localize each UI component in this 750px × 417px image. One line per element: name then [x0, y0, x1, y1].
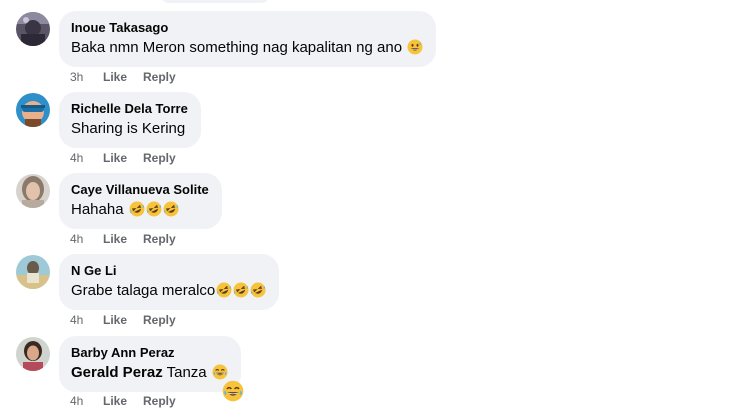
reply-button[interactable]: Reply	[143, 232, 176, 246]
avatar[interactable]	[16, 174, 50, 208]
comment-author[interactable]: Inoue Takasago	[71, 19, 423, 36]
comment-actions: 4h Like Reply	[70, 232, 192, 246]
comment-actions: 3h Like Reply	[70, 70, 192, 84]
reply-button[interactable]: Reply	[143, 70, 176, 84]
comment-bubble: Caye Villanueva Solite Hahaha	[59, 173, 222, 229]
like-button[interactable]: Like	[103, 313, 127, 327]
comment-author[interactable]: Caye Villanueva Solite	[71, 181, 209, 198]
comment-text: Hahaha	[71, 200, 209, 220]
laughing-tears-emoji	[222, 380, 244, 402]
reply-button[interactable]: Reply	[143, 151, 176, 165]
comment-text: Grabe talaga meralco	[71, 281, 266, 301]
comment-timestamp[interactable]: 4h	[70, 313, 103, 327]
like-button[interactable]: Like	[103, 70, 127, 84]
comment-actions: 4h Like Reply	[70, 313, 192, 327]
rolling-laughing-emoji	[129, 201, 145, 217]
laughing-tears-emoji	[212, 364, 228, 380]
rolling-laughing-emoji	[216, 282, 232, 298]
avatar[interactable]	[16, 337, 50, 371]
rolling-laughing-emoji	[163, 201, 179, 217]
rolling-laughing-emoji	[146, 201, 162, 217]
avatar[interactable]	[16, 12, 50, 46]
comment-actions: 4h Like Reply	[70, 151, 192, 165]
avatar[interactable]	[16, 255, 50, 289]
comment-bubble: Inoue Takasago Baka nmn Meron something …	[59, 11, 437, 67]
comment-text: Sharing is Kering	[71, 120, 186, 137]
previous-comment-bubble-edge	[160, 0, 270, 3]
reply-button[interactable]: Reply	[143, 394, 176, 408]
rolling-laughing-emoji	[233, 282, 249, 298]
comment-author[interactable]: Richelle Dela Torre	[71, 100, 188, 117]
comment-author[interactable]: N Ge Li	[71, 262, 266, 279]
rolling-laughing-emoji	[250, 282, 266, 298]
like-button[interactable]: Like	[103, 151, 127, 165]
grinning-sweat-emoji	[407, 39, 423, 55]
comment-actions: 4h Like Reply	[70, 394, 192, 408]
avatar[interactable]	[16, 93, 50, 127]
comment-timestamp[interactable]: 4h	[70, 232, 103, 246]
like-button[interactable]: Like	[103, 394, 127, 408]
comment-text: Baka nmn Meron something nag kapalitan n…	[71, 38, 423, 58]
mention-link[interactable]: Gerald Peraz	[71, 364, 163, 381]
comment-text: Gerald Peraz Tanza	[71, 363, 228, 383]
comment-bubble: Barby Ann Peraz Gerald Peraz Tanza	[59, 336, 241, 392]
comment-timestamp[interactable]: 4h	[70, 151, 103, 165]
reply-button[interactable]: Reply	[143, 313, 176, 327]
comment-bubble: Richelle Dela Torre Sharing is Kering	[59, 92, 201, 148]
like-button[interactable]: Like	[103, 232, 127, 246]
comment-author[interactable]: Barby Ann Peraz	[71, 344, 228, 361]
comment-timestamp[interactable]: 3h	[70, 70, 103, 84]
comment-bubble: N Ge Li Grabe talaga meralco	[59, 254, 280, 310]
comment-timestamp[interactable]: 4h	[70, 394, 103, 408]
